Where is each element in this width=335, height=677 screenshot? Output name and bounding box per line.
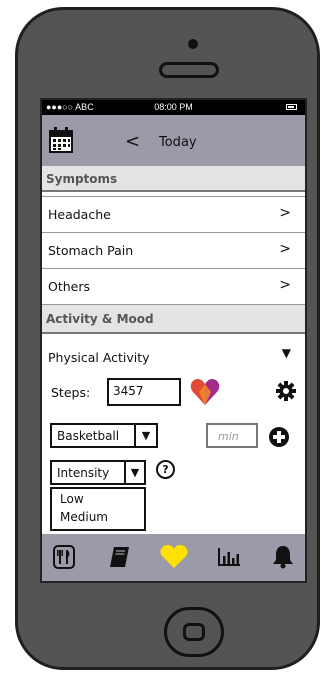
steps-label: Steps: — [51, 385, 91, 400]
list-item-label: Stomach Pain — [48, 243, 134, 258]
section-symptoms: Symptoms — [42, 166, 305, 192]
chevron-right-icon: > — [279, 277, 291, 293]
sport-select[interactable]: Basketball ▼ — [50, 423, 158, 448]
add-icon[interactable] — [268, 426, 290, 448]
intensity-option-low[interactable]: Low — [60, 492, 84, 506]
intensity-option-medium[interactable]: Medium — [60, 510, 108, 524]
dropdown-arrow-icon: ▼ — [134, 425, 156, 446]
tab-notifications[interactable] — [269, 543, 297, 571]
list-item-label: Others — [48, 279, 91, 294]
tab-journal[interactable] — [105, 543, 133, 571]
section-activity-mood: Activity & Mood — [42, 304, 305, 334]
help-icon[interactable]: ? — [156, 460, 175, 479]
list-item-label: Headache — [48, 207, 111, 222]
nav-bar: < Today — [42, 115, 305, 166]
intensity-options: Low Medium — [50, 487, 146, 531]
chevron-right-icon: > — [279, 205, 291, 221]
speaker — [159, 62, 219, 78]
home-button-inner — [183, 623, 205, 641]
tab-bar — [42, 534, 305, 581]
gear-icon[interactable] — [276, 381, 296, 401]
tab-utensils[interactable] — [50, 543, 78, 571]
sport-select-value: Basketball — [57, 429, 120, 443]
bell-icon — [273, 546, 293, 569]
back-chevron-icon[interactable]: < — [125, 131, 140, 152]
utensils-icon — [53, 545, 75, 569]
status-time: 08:00 PM — [154, 102, 193, 112]
heart-icon — [160, 545, 188, 568]
physical-activity-row[interactable]: Physical Activity ▼ — [42, 340, 305, 376]
heart-icon — [190, 379, 220, 405]
chevron-right-icon: > — [279, 241, 291, 257]
tab-stats[interactable] — [215, 543, 243, 571]
list-item-headache[interactable]: Headache > — [42, 196, 305, 232]
dropdown-arrow-icon: ▼ — [124, 462, 144, 483]
calendar-icon[interactable] — [49, 127, 73, 153]
minutes-input[interactable]: min — [206, 423, 258, 448]
battery-icon — [286, 104, 297, 110]
tab-mood[interactable] — [160, 543, 188, 571]
list-item-stomach-pain[interactable]: Stomach Pain > — [42, 232, 305, 268]
minutes-placeholder: min — [218, 430, 239, 443]
home-button[interactable] — [164, 607, 224, 657]
status-bar: ●●●○○ ABC 08:00 PM — [42, 100, 305, 115]
physical-activity-label: Physical Activity — [48, 350, 150, 365]
page-title: Today — [159, 135, 197, 150]
steps-input[interactable]: 3457 — [107, 378, 181, 406]
book-icon — [110, 547, 129, 567]
intensity-select-value: Intensity — [57, 466, 110, 480]
caret-down-icon: ▼ — [281, 346, 291, 360]
intensity-select[interactable]: Intensity ▼ — [50, 460, 146, 485]
camera — [188, 39, 198, 49]
bar-chart-icon — [218, 548, 240, 566]
list-item-others[interactable]: Others > — [42, 268, 305, 304]
screen: ●●●○○ ABC 08:00 PM < Today Symptoms Head… — [40, 98, 307, 583]
